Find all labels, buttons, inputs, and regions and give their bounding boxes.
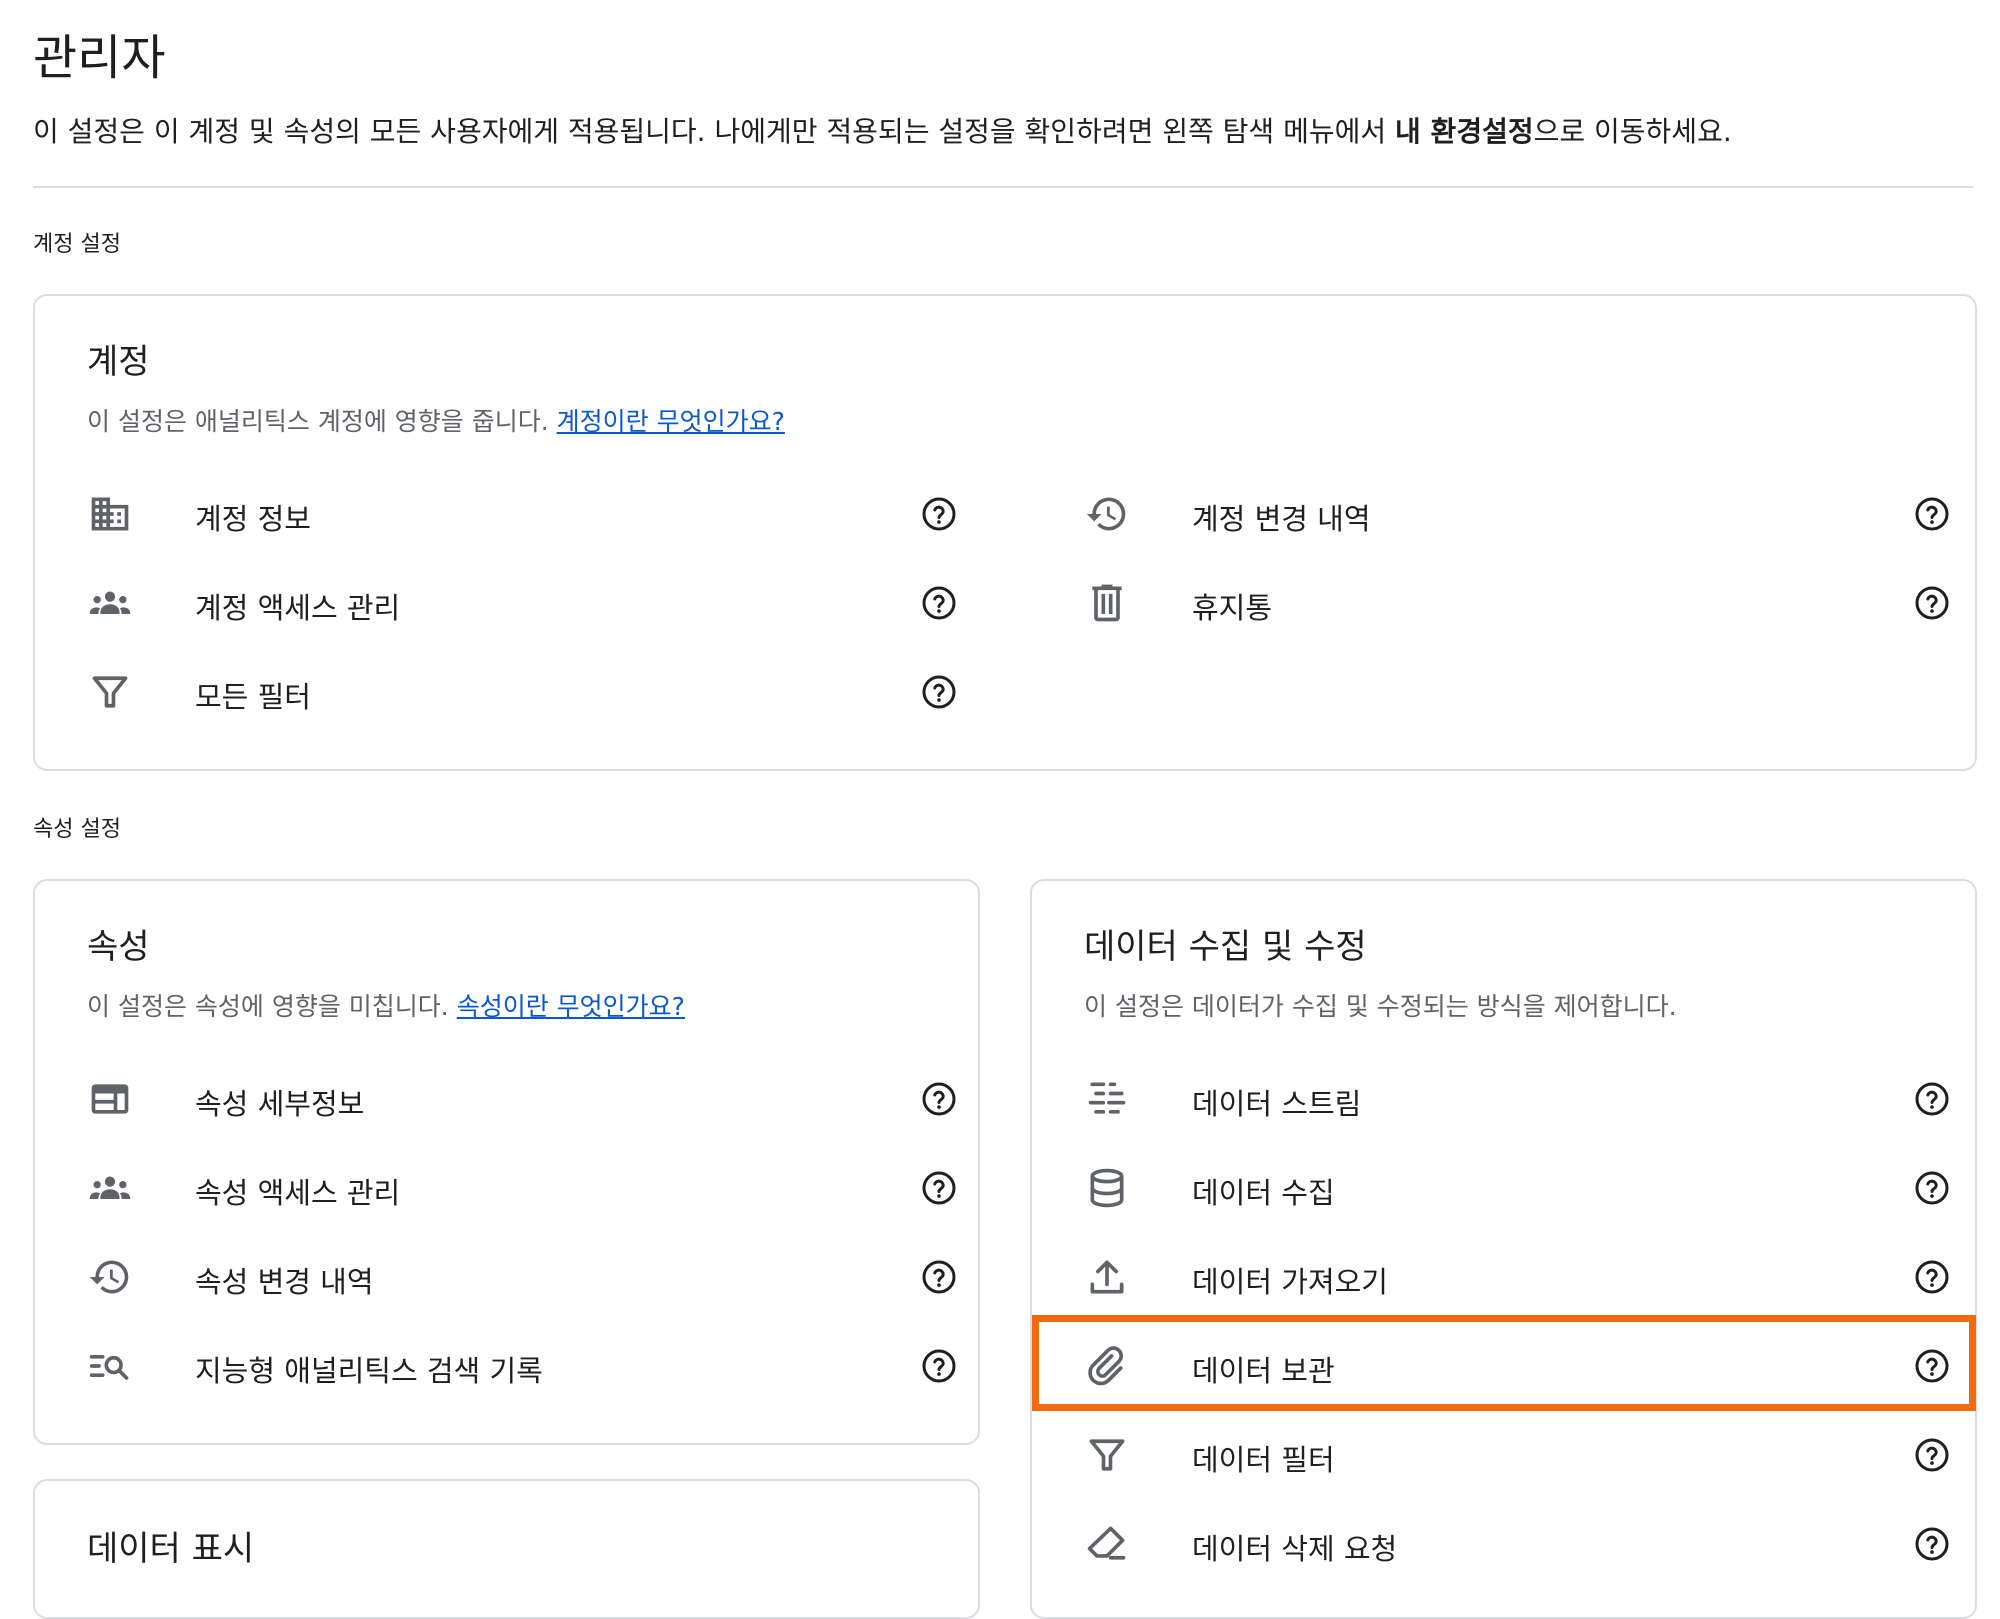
data-filters-label: 데이터 필터 <box>1192 1443 1335 1477</box>
storage-icon <box>1084 1344 1130 1388</box>
help-icon[interactable] <box>1914 1081 1950 1117</box>
account-change-history-item[interactable]: 계정 변경 내역 <box>1084 479 1964 549</box>
account-card-description: 이 설정은 애널리틱스 계정에 영향을 줍니다. 계정이란 무엇인가요? <box>87 407 785 436</box>
trash-icon <box>1084 581 1130 625</box>
divider <box>33 186 1973 188</box>
web-icon <box>87 1077 133 1121</box>
data-streams-item[interactable]: 데이터 스트림 <box>1084 1064 1964 1134</box>
database-icon <box>1084 1166 1130 1210</box>
help-icon[interactable] <box>1914 1526 1950 1562</box>
property-card: 속성 이 설정은 속성에 영향을 미칩니다. 속성이란 무엇인가요? 속성 세부… <box>33 879 980 1445</box>
data-import-label: 데이터 가져오기 <box>1192 1265 1388 1299</box>
property-card-description: 이 설정은 속성에 영향을 미칩니다. 속성이란 무엇인가요? <box>87 992 685 1021</box>
data-collection-card: 데이터 수집 및 수정 이 설정은 데이터가 수집 및 수정되는 방식을 제어합… <box>1030 879 1977 1619</box>
data-collection-card-title: 데이터 수집 및 수정 <box>1084 927 1367 967</box>
account-info-label: 계정 정보 <box>195 502 311 536</box>
data-retention-item[interactable]: 데이터 보관 <box>1084 1331 1964 1401</box>
data-retention-label: 데이터 보관 <box>1192 1354 1335 1388</box>
history-icon <box>87 1255 133 1299</box>
what-is-account-link[interactable]: 계정이란 무엇인가요? <box>557 407 785 436</box>
property-details-item[interactable]: 속성 세부정보 <box>87 1064 971 1134</box>
data-collection-item[interactable]: 데이터 수집 <box>1084 1153 1964 1223</box>
data-display-card-title: 데이터 표시 <box>87 1529 255 1569</box>
filter-icon <box>1084 1433 1130 1477</box>
property-settings-label: 속성 설정 <box>33 817 121 842</box>
history-icon <box>1084 492 1130 536</box>
property-access-item[interactable]: 속성 액세스 관리 <box>87 1153 971 1223</box>
account-card: 계정 이 설정은 애널리틱스 계정에 영향을 줍니다. 계정이란 무엇인가요? … <box>33 294 1977 771</box>
help-icon[interactable] <box>1914 496 1950 532</box>
property-card-title: 속성 <box>87 927 150 967</box>
help-icon[interactable] <box>1914 1348 1950 1384</box>
data-filters-item[interactable]: 데이터 필터 <box>1084 1420 1964 1490</box>
page-title: 관리자 <box>33 30 166 86</box>
property-change-history-item[interactable]: 속성 변경 내역 <box>87 1242 971 1312</box>
filter-icon <box>87 670 133 714</box>
help-icon[interactable] <box>921 585 957 621</box>
account-access-label: 계정 액세스 관리 <box>195 591 401 625</box>
trash-item[interactable]: 휴지통 <box>1084 568 1964 638</box>
help-icon[interactable] <box>921 1081 957 1117</box>
help-icon[interactable] <box>1914 585 1950 621</box>
page-description: 이 설정은 이 계정 및 속성의 모든 사용자에게 적용됩니다. 나에게만 적용… <box>33 115 1732 148</box>
group-icon <box>87 1166 133 1210</box>
help-icon[interactable] <box>1914 1259 1950 1295</box>
data-collection-label: 데이터 수집 <box>1192 1176 1335 1210</box>
account-change-history-label: 계정 변경 내역 <box>1192 502 1371 536</box>
help-icon[interactable] <box>1914 1170 1950 1206</box>
my-preferences-text: 내 환경설정 <box>1395 115 1534 148</box>
help-icon[interactable] <box>921 1348 957 1384</box>
help-icon[interactable] <box>921 674 957 710</box>
search-history-label: 지능형 애널리틱스 검색 기록 <box>195 1354 543 1388</box>
account-info-item[interactable]: 계정 정보 <box>87 479 971 549</box>
help-icon[interactable] <box>1914 1437 1950 1473</box>
help-icon[interactable] <box>921 1259 957 1295</box>
property-change-history-label: 속성 변경 내역 <box>195 1265 374 1299</box>
search-list-icon <box>87 1344 133 1388</box>
group-icon <box>87 581 133 625</box>
all-filters-label: 모든 필터 <box>195 680 311 714</box>
data-display-card: 데이터 표시 <box>33 1479 980 1619</box>
search-history-item[interactable]: 지능형 애널리틱스 검색 기록 <box>87 1331 971 1401</box>
data-deletion-requests-label: 데이터 삭제 요청 <box>1192 1532 1398 1566</box>
help-icon[interactable] <box>921 1170 957 1206</box>
upload-icon <box>1084 1255 1130 1299</box>
help-icon[interactable] <box>921 496 957 532</box>
account-settings-label: 계정 설정 <box>33 232 121 257</box>
all-filters-item[interactable]: 모든 필터 <box>87 657 971 727</box>
trash-label: 휴지통 <box>1192 591 1273 625</box>
account-card-title: 계정 <box>87 342 150 382</box>
property-access-label: 속성 액세스 관리 <box>195 1176 401 1210</box>
eraser-icon <box>1084 1522 1130 1566</box>
stream-icon <box>1084 1077 1130 1121</box>
building-icon <box>87 492 133 536</box>
data-import-item[interactable]: 데이터 가져오기 <box>1084 1242 1964 1312</box>
account-access-item[interactable]: 계정 액세스 관리 <box>87 568 971 638</box>
what-is-property-link[interactable]: 속성이란 무엇인가요? <box>457 992 685 1021</box>
data-deletion-requests-item[interactable]: 데이터 삭제 요청 <box>1084 1509 1964 1579</box>
data-collection-card-description: 이 설정은 데이터가 수집 및 수정되는 방식을 제어합니다. <box>1084 992 1677 1021</box>
property-details-label: 속성 세부정보 <box>195 1087 365 1121</box>
data-streams-label: 데이터 스트림 <box>1192 1087 1362 1121</box>
